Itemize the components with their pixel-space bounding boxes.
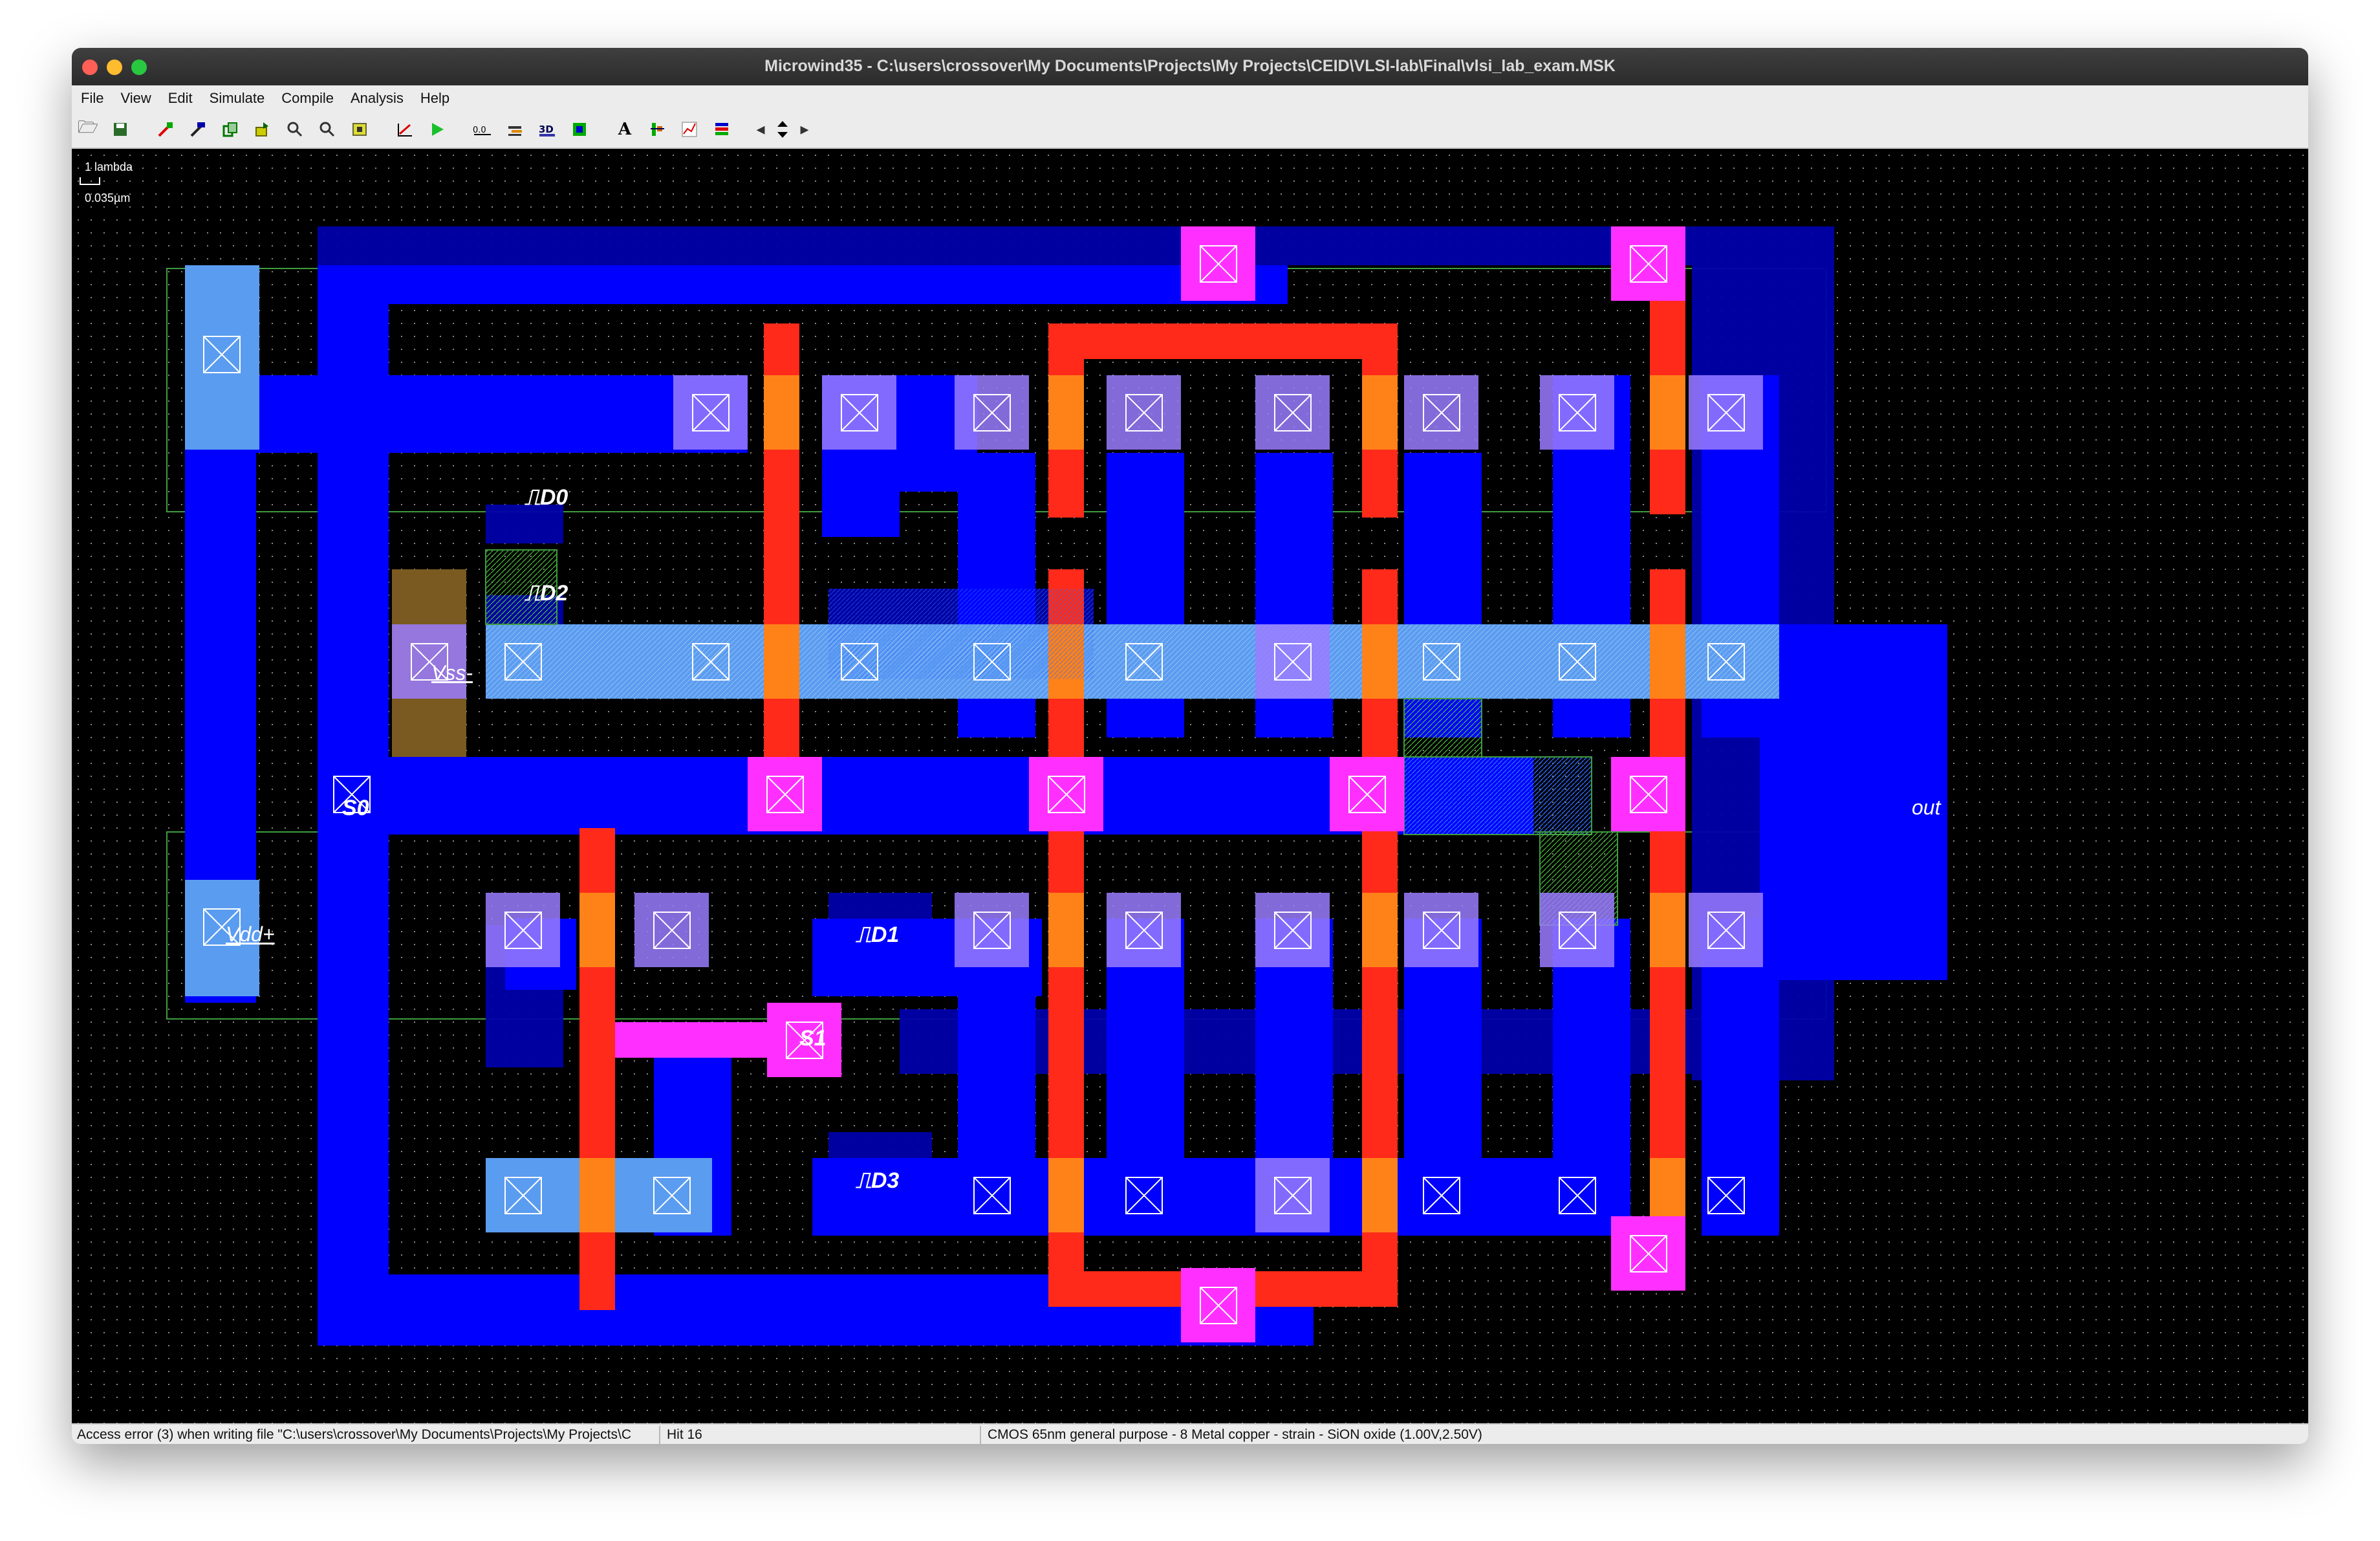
label-d0[interactable]: ⎍D0 — [525, 485, 568, 510]
scroll-right-icon[interactable]: ▸ — [794, 118, 816, 141]
diffusion-hatch — [486, 624, 1779, 699]
fit-icon[interactable] — [349, 118, 371, 141]
label-d2[interactable]: ⎍D2 — [525, 581, 568, 606]
status-separator — [659, 1426, 660, 1444]
label-d1-text: D1 — [871, 923, 900, 947]
scale-lambda-label: 1 lambda — [85, 160, 133, 173]
app-window: Microwind35 - C:\users\crossover\My Docu… — [72, 48, 2308, 1444]
svg-text:0.0: 0.0 — [473, 126, 486, 135]
window-title: Microwind35 - C:\users\crossover\My Docu… — [764, 57, 1616, 75]
duplicate-icon[interactable] — [219, 118, 241, 141]
draw-box-icon[interactable] — [155, 118, 177, 141]
3d-icon[interactable]: 3D — [536, 118, 558, 141]
clock-icon: ⎍ — [856, 923, 871, 947]
label-d1[interactable]: ⎍D1 — [856, 923, 899, 948]
label-d2-text: D2 — [539, 581, 568, 606]
label-s1[interactable]: S1 — [799, 1026, 827, 1051]
clock-icon: ⎍ — [856, 1168, 871, 1193]
scale-micron-label: 0.035µm — [85, 191, 131, 204]
label-d0-text: D0 — [539, 485, 568, 510]
layers-icon[interactable] — [711, 118, 733, 141]
via-icon[interactable] — [504, 118, 526, 141]
label-vss[interactable]: Vss- — [431, 661, 473, 685]
title-bar[interactable]: Microwind35 - C:\users\crossover\My Docu… — [72, 48, 2308, 85]
menu-bar: File View Edit Simulate Compile Analysis… — [72, 85, 2308, 111]
open-icon[interactable]: 🗁 — [77, 118, 99, 141]
graph-icon[interactable] — [678, 118, 700, 141]
status-process: CMOS 65nm general purpose - 8 Metal copp… — [988, 1427, 1482, 1442]
toolbar: 🗁 0.0 3D A ◂ ▸ — [72, 111, 2308, 149]
menu-compile[interactable]: Compile — [281, 90, 334, 107]
connect-icon[interactable] — [568, 118, 590, 141]
measure-icon[interactable] — [394, 118, 416, 141]
scroll-left-icon[interactable]: ◂ — [750, 118, 772, 141]
zoom-out-icon[interactable] — [316, 118, 338, 141]
menu-file[interactable]: File — [81, 90, 103, 107]
process-icon[interactable] — [646, 118, 668, 141]
move-icon[interactable] — [252, 118, 274, 141]
menu-edit[interactable]: Edit — [168, 90, 193, 107]
text-icon[interactable]: A — [614, 118, 636, 141]
status-hit: Hit 16 — [667, 1427, 702, 1442]
scroll-vertical-icon[interactable] — [772, 118, 794, 141]
menu-simulate[interactable]: Simulate — [210, 90, 265, 107]
menu-help[interactable]: Help — [420, 90, 449, 107]
zoom-in-icon[interactable] — [284, 118, 306, 141]
clock-icon: ⎍ — [525, 485, 540, 510]
status-message: Access error (3) when writing file "C:\u… — [77, 1427, 632, 1442]
clock-icon: ⎍ — [525, 581, 540, 606]
label-vdd[interactable]: Vdd+ — [226, 923, 275, 946]
svg-text:3D: 3D — [539, 124, 554, 135]
label-s0[interactable]: S0 — [342, 796, 369, 821]
draw-line-icon[interactable] — [187, 118, 209, 141]
menu-view[interactable]: View — [120, 90, 151, 107]
run-simulation-icon[interactable] — [426, 118, 448, 141]
mos-generator-icon[interactable]: 0.0 — [471, 118, 493, 141]
layout-drawing — [72, 149, 2308, 1423]
label-out[interactable]: out — [1912, 796, 1940, 820]
scale-bar — [80, 177, 100, 185]
status-separator — [980, 1426, 981, 1444]
label-d3[interactable]: ⎍D3 — [856, 1168, 899, 1194]
label-d3-text: D3 — [871, 1168, 900, 1193]
save-icon[interactable] — [109, 118, 131, 141]
status-bar: Access error (3) when writing file "C:\u… — [72, 1423, 2308, 1444]
menu-analysis[interactable]: Analysis — [351, 90, 404, 107]
layout-editor-canvas[interactable]: 1 lambda 0.035µm ⎍D0 ⎍D2 Vss- S0 Vdd+ ⎍D… — [72, 149, 2308, 1423]
